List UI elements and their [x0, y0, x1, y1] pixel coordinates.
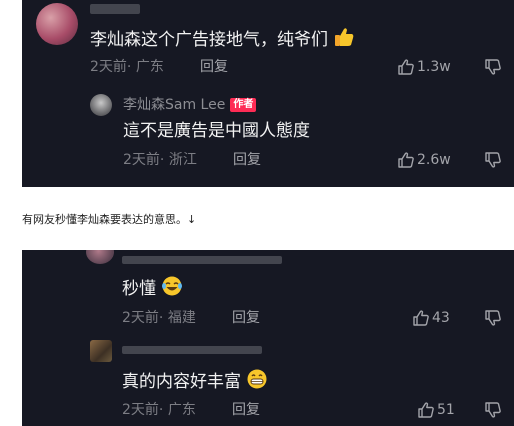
user-avatar[interactable]	[90, 340, 112, 362]
reply-time: 2天前	[123, 152, 160, 168]
like-button[interactable]: 2.6w	[397, 151, 451, 169]
thumbs-up-icon	[397, 58, 415, 76]
thumbs-down-icon	[484, 59, 502, 80]
reply-button[interactable]: 回复	[233, 151, 261, 169]
comment-text-content: 秒懂	[122, 279, 156, 299]
author-badge: 作者	[230, 98, 257, 112]
user-avatar[interactable]	[36, 3, 78, 45]
laughing-tears-emoji-icon	[161, 275, 183, 297]
comment-time: 2天前	[122, 402, 159, 418]
like-button[interactable]: 51	[417, 401, 455, 419]
reply-button[interactable]: 回复	[200, 58, 228, 76]
dislike-button[interactable]	[484, 309, 502, 327]
like-count: 1.3w	[417, 59, 451, 75]
comment-text: 秒懂	[122, 275, 183, 300]
comment-time: 2天前	[122, 310, 159, 326]
comment-text: 真的内容好丰富	[122, 368, 268, 393]
dislike-button[interactable]	[484, 58, 502, 76]
like-count: 51	[437, 402, 455, 418]
like-count: 2.6w	[417, 152, 451, 168]
thumbs-down-icon	[484, 310, 502, 331]
comment-location: · 广东	[126, 59, 164, 75]
grinning-emoji-icon	[246, 368, 268, 390]
comment-text-content: 李灿森这个广告接地气，纯爷们	[90, 30, 328, 50]
reply-text: 這不是廣告是中國人態度	[123, 121, 310, 141]
thumbs-down-icon	[484, 152, 502, 173]
comment-panel-bottom: 秒懂 2天前· 福建 回复 43 真的内容好丰富 2天前· 广东 回复 51	[22, 250, 514, 426]
thumbs-up-icon	[397, 151, 415, 169]
author-name-row: 李灿森Sam Lee 作者	[123, 96, 257, 114]
dislike-button[interactable]	[484, 151, 502, 169]
reply-meta: 2天前· 浙江	[123, 151, 197, 169]
comment-panel-top: 李灿森这个广告接地气，纯爷们 2天前· 广东 回复 1.3w 李灿森Sam Le…	[22, 0, 514, 187]
author-name[interactable]: 李灿森Sam Lee	[123, 96, 225, 114]
comment-location: · 福建	[158, 310, 196, 326]
comment-location: · 广东	[158, 402, 196, 418]
thumbs-up-icon	[417, 401, 435, 419]
reply-location: · 浙江	[159, 152, 197, 168]
comment-meta: 2天前· 广东	[90, 58, 164, 76]
username-blurred	[122, 346, 262, 354]
like-button[interactable]: 1.3w	[397, 58, 451, 76]
username-blurred	[90, 4, 140, 14]
like-count: 43	[432, 310, 450, 326]
comment-text: 李灿森这个广告接地气，纯爷们	[90, 26, 355, 51]
comment-meta: 2天前· 广东	[122, 401, 196, 419]
comment-time: 2天前	[90, 59, 127, 75]
comment-text-content: 真的内容好丰富	[122, 372, 241, 392]
article-caption: 有网友秒懂李灿森要表达的意思。↓	[22, 213, 197, 226]
thumbs-up-icon	[412, 309, 430, 327]
author-avatar[interactable]	[90, 94, 112, 116]
dislike-button[interactable]	[484, 401, 502, 419]
reply-button[interactable]: 回复	[232, 401, 260, 419]
user-avatar[interactable]	[86, 250, 114, 264]
username-blurred	[122, 256, 282, 264]
reply-button[interactable]: 回复	[232, 309, 260, 327]
like-button[interactable]: 43	[412, 309, 450, 327]
thumbs-down-icon	[484, 402, 502, 423]
thumbs-up-emoji-icon	[333, 26, 355, 48]
comment-meta: 2天前· 福建	[122, 309, 196, 327]
